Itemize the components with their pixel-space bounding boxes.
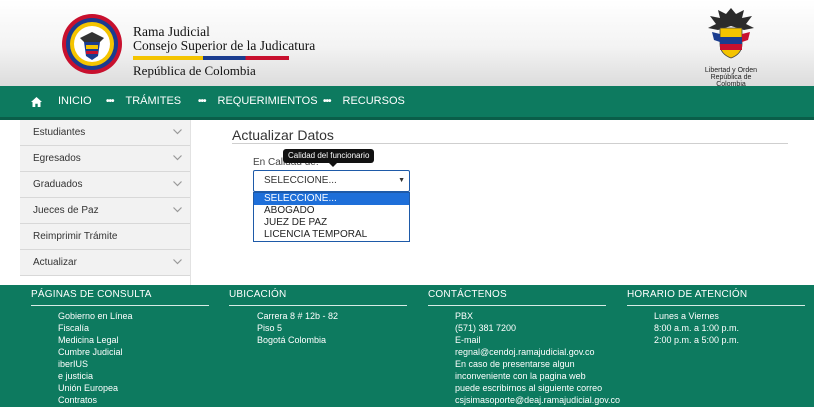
footer-list-contactenos: PBX (571) 381 7200 E-mail regnal@cendoj.… [455,310,620,406]
footer-text: PBX [455,311,474,321]
sidebar-item-actualizar[interactable]: Actualizar [20,250,190,276]
site-header: Rama Judicial Consejo Superior de la Jud… [0,0,814,88]
footer-link[interactable]: Unión Europea [58,382,133,394]
footer-link[interactable]: e justicia [58,370,133,382]
footer-link[interactable]: Contratos [58,394,133,406]
footer-text: 2:00 p.m. a 5:00 p.m. [654,335,740,345]
select-value: SELECCIONE... [264,175,337,186]
nav-home[interactable]: INICIO [31,86,92,117]
footer-link[interactable]: Cumbre Judicial [58,346,133,358]
footer-heading-horario: HORARIO DE ATENCIÓN [627,289,748,300]
coat-caption-1: Libertad y Orden [704,67,758,74]
brand-line-1: Rama Judicial [133,24,210,39]
footer-link[interactable]: iberIUS [58,358,133,370]
ellipsis-icon: ••• [198,96,206,107]
calidad-dropdown-list: SELECCIONE... ABOGADO JUEZ DE PAZ LICENC… [253,192,410,242]
footer-heading-paginas: PÁGINAS DE CONSULTA [31,289,152,300]
footer-text: Bogotá Colombia [257,335,327,345]
nav-requerimientos-label: REQUERIMIENTOS [217,95,318,107]
nav-tramites[interactable]: ••• TRÁMITES [106,86,181,117]
sidebar-item-estudiantes[interactable]: Estudiantes [20,120,190,146]
footer-email-link[interactable]: regnal@cendoj.ramajudicial.gov.co [455,346,620,358]
option-abogado[interactable]: ABOGADO [254,205,409,217]
chevron-down-icon [173,155,182,161]
ellipsis-icon: ••• [323,96,331,107]
brand-line-3: República de Colombia [133,63,256,78]
footer-list-paginas: Gobierno en Línea Fiscalía Medicina Lega… [58,310,133,406]
footer-text: Piso 5 [257,323,283,333]
sidebar-item-reimprimir-tramite[interactable]: Reimprimir Trámite [20,224,190,250]
colombia-coat-of-arms: Libertad y Orden República de Colombia [700,6,762,88]
sidebar-item-label: Actualizar [33,257,77,268]
coat-of-arms-icon [708,8,754,59]
main-navigation: INICIO ••• TRÁMITES ••• REQUERIMIENTOS •… [0,86,814,120]
footer-email-link[interactable]: csjsimasoporte@deaj.ramajudicial.gov.co [455,394,620,406]
sidebar-item-egresados[interactable]: Egresados [20,146,190,172]
footer-text: puede escribirnos al siguiente correo [455,383,603,393]
footer-text: Lunes a Viernes [654,311,719,321]
sidebar-item-label: Graduados [33,179,83,190]
footer-text: Carrera 8 # 12b - 82 [257,311,339,321]
footer-heading-ubicacion: UBICACIÓN [229,289,287,300]
page-title: Actualizar Datos [232,127,334,143]
chevron-down-icon [173,129,182,135]
sidebar-item-graduados[interactable]: Graduados [20,172,190,198]
footer-text: inconveniente con la pagina web [455,371,586,381]
footer-divider [428,305,606,306]
chevron-down-icon [173,207,182,213]
sidebar-item-label: Egresados [33,153,81,164]
sidebar-item-jueces-de-paz[interactable]: Jueces de Paz [20,198,190,224]
footer-divider [627,305,805,306]
footer-text: (571) 381 7200 [455,323,517,333]
brand-text: Rama Judicial Consejo Superior de la Jud… [133,25,315,78]
footer-list-horario: Lunes a Viernes 8:00 a.m. a 1:00 p.m. 2:… [654,310,739,346]
footer-divider [31,305,209,306]
footer-text: E-mail [455,335,481,345]
tricolor-rule [133,56,289,60]
footer-text: En caso de presentarse algun [455,359,575,369]
calidad-tooltip: Calidad del funcionario [283,149,375,167]
title-divider [232,143,788,144]
footer-text: 8:00 a.m. a 1:00 p.m. [654,323,740,333]
caret-down-icon: ▼ [398,177,405,184]
option-seleccione[interactable]: SELECCIONE... [254,193,409,205]
site-footer: PÁGINAS DE CONSULTA Gobierno en Línea Fi… [0,285,814,407]
footer-link[interactable]: Fiscalía [58,322,133,334]
footer-link[interactable]: Medicina Legal [58,334,133,346]
chevron-down-icon [173,259,182,265]
sidebar-item-label: Estudiantes [33,127,86,138]
sidebar-item-label: Jueces de Paz [33,205,99,216]
option-juez-de-paz[interactable]: JUEZ DE PAZ [254,217,409,229]
nav-tramites-label: TRÁMITES [125,95,182,107]
ellipsis-icon: ••• [106,96,114,107]
calidad-select[interactable]: SELECCIONE... ▼ [253,170,410,192]
footer-link[interactable]: Gobierno en Línea [58,310,133,322]
nav-home-label: INICIO [58,95,92,107]
rama-judicial-seal-icon[interactable] [60,12,124,81]
sidebar: Estudiantes Egresados Graduados Jueces d… [20,120,190,276]
brand-line-2: Consejo Superior de la Judicatura [133,38,316,53]
nav-recursos[interactable]: ••• RECURSOS [323,86,405,117]
footer-divider [229,305,407,306]
nav-recursos-label: RECURSOS [342,95,405,107]
sidebar-divider [190,120,191,285]
footer-heading-contactenos: CONTÁCTENOS [428,289,507,300]
sidebar-item-label: Reimprimir Trámite [33,231,118,242]
nav-requerimientos[interactable]: ••• REQUERIMIENTOS [198,86,318,117]
chevron-down-icon [173,181,182,187]
option-licencia-temporal[interactable]: LICENCIA TEMPORAL [254,229,409,241]
footer-list-ubicacion: Carrera 8 # 12b - 82 Piso 5 Bogotá Colom… [257,310,338,346]
home-icon [31,96,42,107]
